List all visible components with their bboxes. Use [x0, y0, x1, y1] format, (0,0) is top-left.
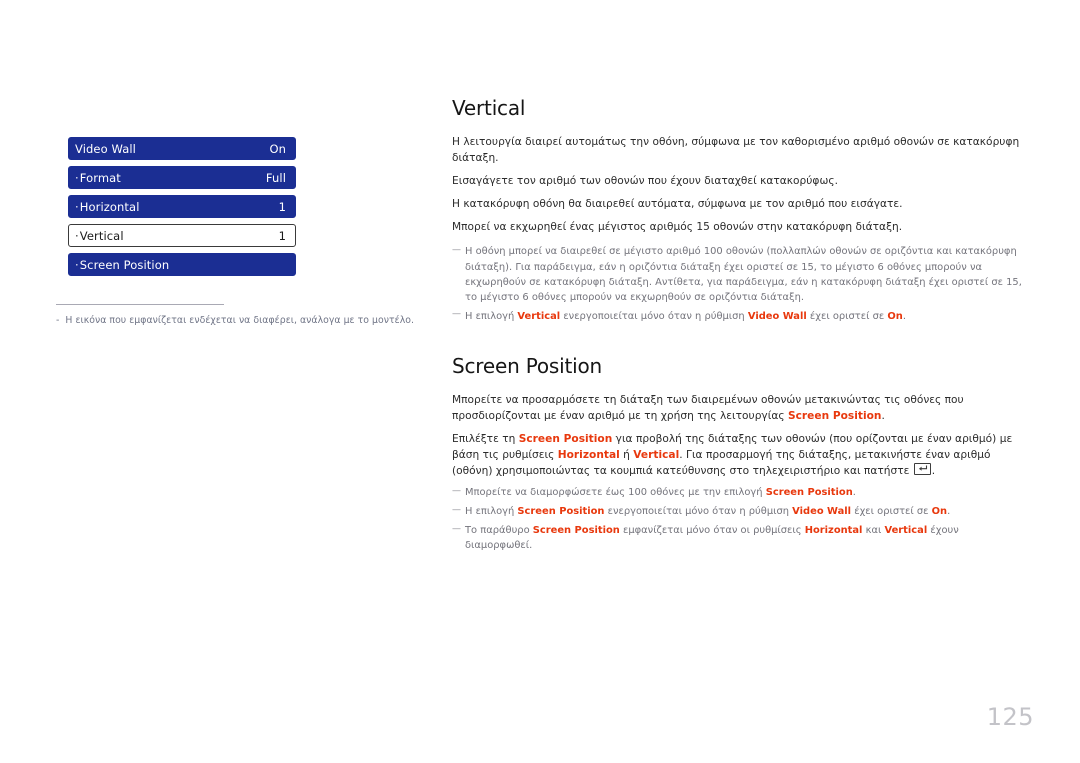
text-run: Η επιλογή: [465, 310, 518, 322]
section-title-screen-position: Screen Position: [452, 353, 602, 378]
note-item: Η επιλογή Screen Position ενεργοποιείται…: [452, 504, 1028, 519]
osd-row-video-wall[interactable]: Video Wall On: [68, 137, 296, 160]
caption-divider: [56, 304, 224, 305]
caption-text: Η εικόνα που εμφανίζεται ενδέχεται να δι…: [65, 315, 414, 326]
osd-row-value: On: [269, 141, 286, 156]
osd-row-value: Full: [265, 170, 286, 185]
caption-dash-marker: -: [56, 315, 60, 326]
highlighted-term: Vertical: [633, 448, 680, 461]
osd-row-value: 1: [278, 228, 286, 243]
paragraph: Εισαγάγετε τον αριθμό των οθονών που έχο…: [452, 175, 838, 188]
note-item: Μπορείτε να διαμορφώσετε έως 100 οθόνες …: [452, 485, 1028, 500]
osd-row-label-text: Horizontal: [79, 199, 140, 214]
osd-bullet-icon: ·: [75, 170, 79, 185]
text-run: .: [902, 310, 906, 322]
text-run: .: [852, 487, 856, 499]
text-run: Το παράθυρο: [465, 525, 533, 537]
text-run: έχει οριστεί σε: [851, 506, 932, 518]
paragraph: Μπορεί να εκχωρηθεί ένας μέγιστος αριθμό…: [452, 221, 903, 234]
highlighted-term: Screen Position: [532, 525, 620, 537]
paragraph: Επιλέξτε τη Screen Position για προβολή …: [452, 431, 1028, 479]
screen-position-notes: Μπορείτε να διαμορφώσετε έως 100 οθόνες …: [452, 485, 1028, 553]
osd-row-format[interactable]: · Format Full: [68, 166, 296, 189]
text-run: .: [947, 506, 951, 518]
highlighted-term: Screen Position: [518, 432, 613, 445]
text-run: Μπορείτε να διαμορφώσετε έως 100 οθόνες …: [465, 487, 766, 499]
vertical-paragraphs: Η λειτουργία διαιρεί αυτομάτως την οθόνη…: [452, 134, 1028, 235]
osd-row-label: · Horizontal: [75, 200, 139, 214]
highlighted-term: Screen Position: [765, 487, 853, 499]
note-item: Η οθόνη μπορεί να διαιρεθεί σε μέγιστο α…: [452, 244, 1028, 304]
osd-row-label-text: Format: [79, 170, 121, 185]
highlighted-term: On: [887, 310, 903, 322]
note-item: Το παράθυρο Screen Position εμφανίζεται …: [452, 523, 1028, 553]
highlighted-term: Vertical: [517, 310, 561, 322]
highlighted-term: Screen Position: [787, 409, 882, 422]
note-item: Η επιλογή Vertical ενεργοποιείται μόνο ό…: [452, 308, 1028, 324]
article-body: Vertical Η λειτουργία διαιρεί αυτομάτως …: [452, 96, 1028, 557]
osd-row-label: · Vertical: [75, 229, 124, 243]
osd-row-value: 1: [278, 199, 286, 214]
text-run: Η οθόνη μπορεί να διαιρεθεί σε μέγιστο α…: [465, 246, 1022, 303]
paragraph: Η λειτουργία διαιρεί αυτομάτως την οθόνη…: [452, 136, 1020, 165]
osd-row-vertical[interactable]: · Vertical 1: [68, 224, 296, 247]
text-run: ενεργοποιείται μόνο όταν η ρύθμιση: [604, 506, 793, 518]
osd-row-screen-position[interactable]: · Screen Position: [68, 253, 296, 276]
osd-bullet-icon: ·: [75, 199, 79, 214]
osd-row-label-text: Screen Position: [79, 257, 170, 272]
osd-row-horizontal[interactable]: · Horizontal 1: [68, 195, 296, 218]
osd-row-label: Video Wall: [75, 142, 136, 156]
highlighted-term: Horizontal: [804, 525, 863, 537]
text-run: Η επιλογή: [465, 506, 518, 518]
text-run: έχει οριστεί σε: [806, 310, 888, 322]
document-page: { "osd_menu": { "rows": [ { "dot": "", "…: [0, 0, 1080, 763]
osd-menu-mockup: Video Wall On · Format Full · Horizontal 1 · Vert…: [68, 137, 296, 276]
figure-caption-block: - Η εικόνα που εμφανίζεται ενδέχεται να …: [56, 304, 416, 327]
highlighted-term: Video Wall: [792, 506, 852, 518]
osd-row-label: · Screen Position: [75, 258, 169, 272]
text-run: .: [931, 465, 936, 478]
text-run: ή: [619, 448, 634, 461]
section-title-vertical: Vertical: [452, 96, 526, 120]
highlighted-term: On: [931, 506, 948, 518]
osd-bullet-icon: ·: [75, 257, 79, 272]
osd-row-label: · Format: [75, 171, 121, 185]
osd-row-label-text: Vertical: [79, 228, 124, 243]
screen-position-paragraphs: Μπορείτε να προσαρμόσετε τη διάταξη των …: [452, 392, 1028, 479]
text-run: Μπορείτε να προσαρμόσετε τη διάταξη των …: [452, 393, 964, 422]
paragraph: Η κατακόρυφη οθόνη θα διαιρεθεί αυτόματα…: [452, 198, 903, 211]
paragraph: Μπορείτε να προσαρμόσετε τη διάταξη των …: [452, 392, 1028, 424]
highlighted-term: Vertical: [884, 525, 928, 537]
highlighted-term: Horizontal: [557, 448, 620, 461]
text-run: ενεργοποιείται μόνο όταν η ρύθμιση: [560, 310, 748, 322]
figure-caption: - Η εικόνα που εμφανίζεται ενδέχεται να …: [56, 314, 416, 327]
osd-row-label-text: Video Wall: [75, 141, 136, 156]
vertical-notes: Η οθόνη μπορεί να διαιρεθεί σε μέγιστο α…: [452, 244, 1028, 323]
text-run: Επιλέξτε τη: [452, 432, 519, 445]
text-run: και: [862, 525, 885, 537]
page-number: 125: [986, 703, 1034, 731]
text-run: εμφανίζεται μόνο όταν οι ρυθμίσεις: [619, 525, 805, 537]
highlighted-term: Screen Position: [517, 506, 605, 518]
highlighted-term: Video Wall: [747, 310, 807, 322]
osd-bullet-icon: ·: [75, 228, 79, 243]
enter-key-icon: [913, 463, 931, 476]
text-run: .: [881, 409, 885, 422]
